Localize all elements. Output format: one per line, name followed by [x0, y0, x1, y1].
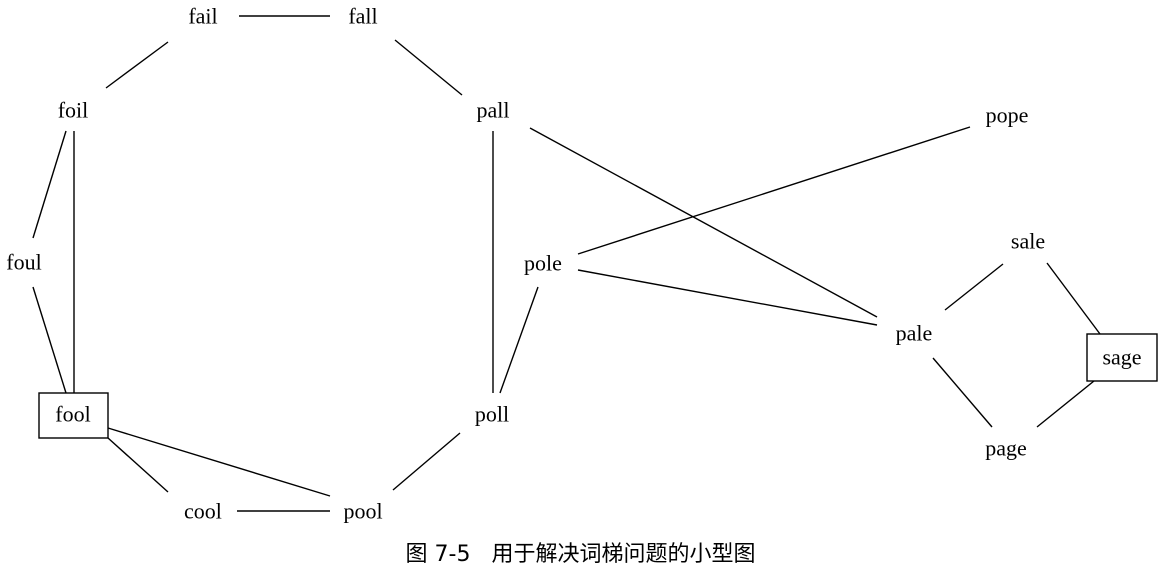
edge-pale-sale [944, 263, 1004, 311]
node-pope: pope [986, 103, 1029, 128]
edge-foil-foul [32, 130, 67, 239]
edge-page-sage [1036, 380, 1095, 428]
node-pale: pale [896, 321, 933, 346]
edge-sale-sage [1046, 262, 1101, 335]
edge-fool-cool [107, 437, 169, 493]
node-page: page [985, 436, 1027, 461]
edge-pole-pale [577, 269, 878, 326]
word-ladder-graph: fail fall foil pall pope foul pole sale … [6, 4, 1158, 524]
node-fall: fall [348, 4, 377, 29]
graph-nodes: fail fall foil pall pope foul pole sale … [6, 4, 1158, 524]
node-pole: pole [524, 251, 562, 276]
edge-pole-pope [577, 126, 971, 255]
graph-edges [32, 15, 1101, 512]
node-pool: pool [343, 499, 382, 524]
edge-pall-pale [529, 127, 878, 318]
figure-caption: 图 7-5 用于解决词梯问题的小型图 [405, 542, 756, 567]
node-cool: cool [184, 499, 222, 524]
edge-pale-page [932, 357, 993, 428]
edge-pool-poll [392, 432, 461, 491]
edge-foul-fool [32, 286, 67, 394]
edge-fool-pool [107, 427, 331, 497]
node-pall: pall [477, 98, 510, 123]
node-fool: fool [55, 402, 90, 427]
edge-fail-foil [105, 41, 169, 89]
node-sage: sage [1102, 345, 1141, 370]
node-fail: fail [188, 4, 217, 29]
node-foil: foil [58, 98, 89, 123]
node-poll: poll [475, 402, 509, 427]
edge-fall-pall [394, 39, 463, 96]
edge-poll-pole [499, 286, 539, 394]
node-foul: foul [6, 250, 41, 275]
node-sale: sale [1011, 229, 1045, 254]
